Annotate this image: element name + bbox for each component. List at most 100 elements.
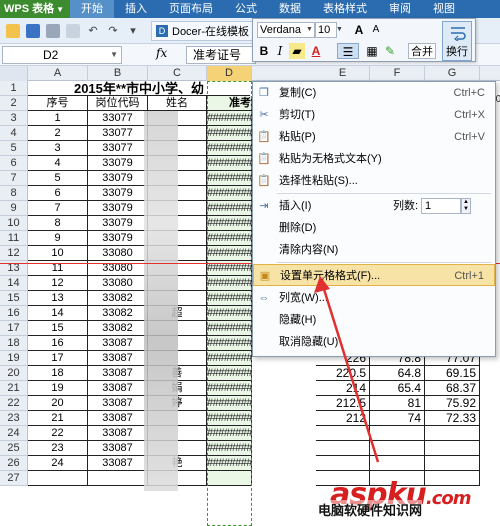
row-header[interactable]: 9	[0, 201, 28, 216]
seq-cell[interactable]: 4	[28, 156, 88, 171]
column-header-d[interactable]: D	[207, 66, 252, 81]
fx-icon[interactable]: fx	[156, 46, 167, 60]
font-color-button[interactable]: A	[309, 43, 323, 59]
row-header[interactable]: 18	[0, 336, 28, 351]
score-e-cell[interactable]: 214	[316, 381, 370, 396]
wrap-text-button[interactable]: 换行	[442, 21, 472, 61]
print-icon[interactable]	[46, 23, 60, 38]
score-f-cell[interactable]: 65.4	[370, 381, 425, 396]
exam-id-cell[interactable]: #########	[207, 246, 252, 261]
seq-cell[interactable]: 10	[28, 246, 88, 261]
row-header[interactable]: 6	[0, 156, 28, 171]
undo-icon[interactable]: ↶	[86, 24, 100, 38]
row-header[interactable]: 10	[0, 216, 28, 231]
seq-cell[interactable]: 21	[28, 411, 88, 426]
exam-id-cell[interactable]: #########	[207, 291, 252, 306]
menu-item-clear-contents[interactable]: 清除内容(N)	[253, 239, 495, 261]
row-header[interactable]: 17	[0, 321, 28, 336]
row-header[interactable]: 12	[0, 246, 28, 261]
row-header[interactable]: 24	[0, 426, 28, 441]
tab-home[interactable]: 开始	[70, 0, 115, 18]
tab-page-layout[interactable]: 页面布局	[158, 0, 224, 18]
menu-item-unhide[interactable]: 取消隐藏(U)	[253, 331, 495, 353]
seq-cell[interactable]: 14	[28, 306, 88, 321]
score-e-cell[interactable]: 212.5	[316, 396, 370, 411]
position-code-cell[interactable]: 33087	[88, 456, 148, 471]
borders-icon[interactable]: ▦	[365, 43, 379, 59]
menu-item-cut[interactable]: ✂ 剪切(T) Ctrl+X	[253, 104, 495, 126]
select-all-corner[interactable]	[0, 66, 28, 81]
position-code-cell[interactable]: 33087	[88, 441, 148, 456]
column-count-input[interactable]: 1	[421, 198, 461, 214]
position-code-cell[interactable]: 33079	[88, 156, 148, 171]
menu-item-hide[interactable]: 隐藏(H)	[253, 309, 495, 331]
seq-cell[interactable]: 16	[28, 336, 88, 351]
exam-id-cell[interactable]: #########	[207, 351, 252, 366]
row-header[interactable]: 20	[0, 366, 28, 381]
column-header-f[interactable]: F	[370, 66, 425, 81]
tab-view[interactable]: 视图	[422, 0, 466, 18]
position-code-cell[interactable]: 33077	[88, 111, 148, 126]
menu-item-paste[interactable]: 📋 粘贴(P) Ctrl+V	[253, 126, 495, 148]
row-header[interactable]: 26	[0, 456, 28, 471]
save-icon[interactable]	[26, 23, 40, 38]
exam-id-cell[interactable]: #########	[207, 231, 252, 246]
row-header[interactable]: 16	[0, 306, 28, 321]
exam-id-cell[interactable]: #########	[207, 321, 252, 336]
column-header-g[interactable]: G	[425, 66, 480, 81]
exam-id-cell[interactable]: #########	[207, 441, 252, 456]
seq-cell[interactable]: 22	[28, 426, 88, 441]
docer-template-tab[interactable]: D Docer-在线模板	[151, 20, 255, 41]
position-code-cell[interactable]: 33079	[88, 171, 148, 186]
exam-id-cell[interactable]	[207, 471, 252, 486]
position-code-cell[interactable]: 33087	[88, 336, 148, 351]
print-preview-icon[interactable]	[66, 23, 80, 38]
name-box[interactable]: D2 ▼	[2, 46, 122, 64]
seq-cell[interactable]: 23	[28, 441, 88, 456]
row-header[interactable]: 14	[0, 276, 28, 291]
column-header-b[interactable]: B	[88, 66, 148, 81]
menu-item-copy[interactable]: ❐ 复制(C) Ctrl+C	[253, 82, 495, 104]
column-header-c[interactable]: C	[148, 66, 207, 81]
position-code-cell[interactable]: 33079	[88, 216, 148, 231]
tab-review[interactable]: 审阅	[378, 0, 422, 18]
score-f-cell[interactable]: 81	[370, 396, 425, 411]
exam-id-cell[interactable]: #########	[207, 111, 252, 126]
position-code-cell[interactable]: 33077	[88, 126, 148, 141]
score-f-cell[interactable]	[370, 426, 425, 441]
seq-cell[interactable]: 1	[28, 111, 88, 126]
app-menu-button[interactable]: WPS 表格 ▼	[0, 0, 71, 18]
menu-item-format-cells[interactable]: ▣ 设置单元格格式(F)... Ctrl+1	[253, 264, 495, 286]
seq-cell[interactable]: 13	[28, 291, 88, 306]
score-e-cell[interactable]	[316, 441, 370, 456]
exam-id-cell[interactable]: #########	[207, 216, 252, 231]
fill-color-icon[interactable]: ▰	[289, 43, 305, 59]
exam-id-cell[interactable]: #########	[207, 366, 252, 381]
row-header[interactable]: 4	[0, 126, 28, 141]
score-f-cell[interactable]: 64.8	[370, 366, 425, 381]
menu-item-paste-plain[interactable]: 📋 粘贴为无格式文本(Y)	[253, 148, 495, 170]
menu-item-column-width[interactable]: ⇔ 列宽(W)...	[253, 287, 495, 309]
tab-insert[interactable]: 插入	[114, 0, 158, 18]
score-f-cell[interactable]: 74	[370, 411, 425, 426]
seq-cell[interactable]: 9	[28, 231, 88, 246]
score-g-cell[interactable]	[425, 456, 480, 471]
seq-cell[interactable]: 12	[28, 276, 88, 291]
seq-cell[interactable]: 7	[28, 201, 88, 216]
seq-cell[interactable]	[28, 471, 88, 486]
row-header[interactable]: 5	[0, 141, 28, 156]
row-header[interactable]: 11	[0, 231, 28, 246]
tab-formulas[interactable]: 公式	[224, 0, 268, 18]
format-painter-icon[interactable]: ✎	[383, 43, 397, 59]
row-header[interactable]: 8	[0, 186, 28, 201]
score-g-cell[interactable]: 75.92	[425, 396, 480, 411]
position-code-cell[interactable]: 33087	[88, 396, 148, 411]
exam-id-cell[interactable]: #########	[207, 456, 252, 471]
exam-id-cell[interactable]: #########	[207, 411, 252, 426]
score-g-cell[interactable]	[425, 441, 480, 456]
position-code-cell[interactable]: 33077	[88, 141, 148, 156]
row-header[interactable]: 1	[0, 81, 28, 96]
tab-table-style[interactable]: 表格样式	[312, 0, 378, 18]
row-header[interactable]: 22	[0, 396, 28, 411]
score-e-cell[interactable]	[316, 456, 370, 471]
